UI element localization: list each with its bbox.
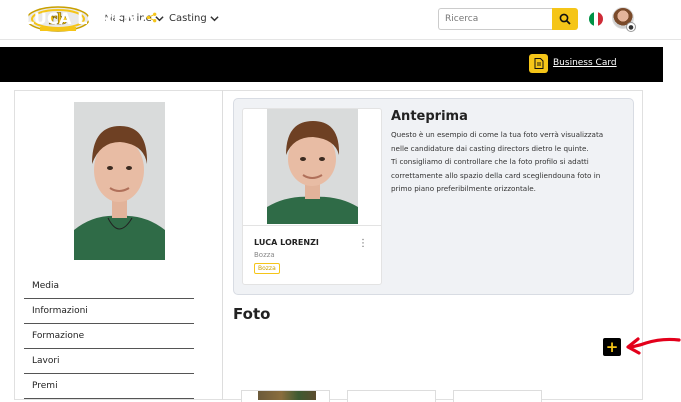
business-card-link[interactable]: Business Card bbox=[553, 58, 617, 68]
card-divider bbox=[243, 225, 381, 226]
share-icon[interactable] bbox=[146, 12, 157, 23]
preview-text-line: nelle candidature dai casting directors … bbox=[391, 143, 589, 153]
user-icon: ● bbox=[626, 22, 636, 32]
preview-text-line: correttamente allo spazio della card sce… bbox=[391, 170, 601, 180]
preview-text-line: Ti consigliamo di controllare che la fot… bbox=[391, 157, 589, 166]
sidebar-item-informazioni[interactable]: Informazioni bbox=[24, 299, 194, 324]
add-photo-button[interactable]: + bbox=[603, 338, 621, 356]
photo-thumbnail-image bbox=[258, 391, 316, 400]
preview-text-line: primo piano preferibilmente orizzontale. bbox=[391, 184, 536, 193]
nav-casting-label: Casting bbox=[169, 13, 207, 24]
document-icon bbox=[534, 58, 543, 69]
preview-title: Anteprima bbox=[391, 109, 468, 124]
business-card-icon[interactable] bbox=[529, 54, 548, 73]
status-badge: Bozza bbox=[254, 263, 280, 274]
preview-description: Questo è un esempio di come la tua foto … bbox=[391, 128, 627, 196]
profile-name: LUCA LORENZI bbox=[24, 9, 157, 28]
photo-thumbnail[interactable] bbox=[453, 390, 542, 402]
preview-text-line: Questo è un esempio di come la tua foto … bbox=[391, 130, 604, 139]
search-icon bbox=[559, 13, 571, 25]
more-options-icon[interactable]: ⋮ bbox=[358, 237, 368, 251]
card-name: LUCA LORENZI bbox=[254, 238, 319, 247]
search-button[interactable] bbox=[552, 8, 578, 30]
annotation-arrow-icon bbox=[626, 337, 681, 355]
photos-section-title: Foto bbox=[233, 305, 271, 323]
search-input[interactable] bbox=[438, 8, 552, 30]
nav-casting[interactable]: Casting bbox=[169, 13, 219, 24]
sidebar-item-premi[interactable]: Premi bbox=[24, 374, 194, 399]
sidebar-item-lavori[interactable]: Lavori bbox=[24, 349, 194, 374]
sidebar-item-media[interactable]: Media bbox=[24, 274, 194, 299]
profile-photo[interactable] bbox=[74, 102, 165, 260]
plus-icon: + bbox=[605, 337, 619, 356]
photo-thumbnail[interactable] bbox=[347, 390, 436, 402]
card-photo bbox=[267, 109, 358, 224]
chevron-down-icon bbox=[210, 16, 219, 22]
italian-flag-icon[interactable] bbox=[589, 12, 603, 26]
card-status: Bozza bbox=[254, 251, 275, 259]
sidebar-item-formazione[interactable]: Formazione bbox=[24, 324, 194, 349]
